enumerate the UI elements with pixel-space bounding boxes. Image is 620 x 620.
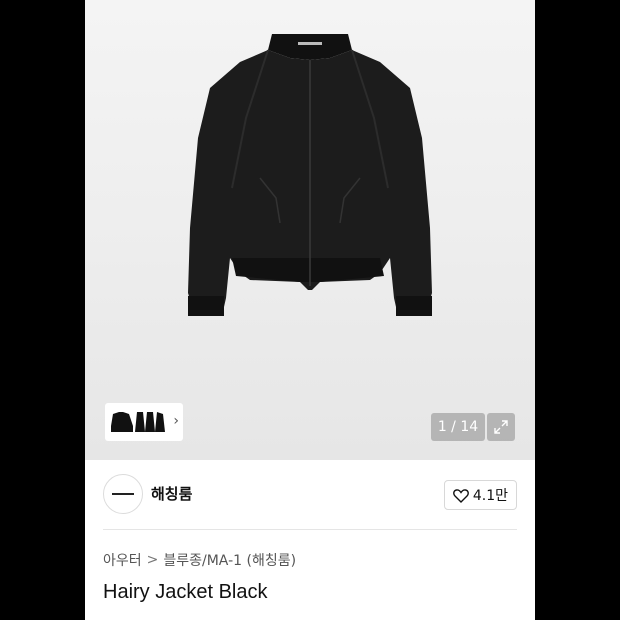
breadcrumb-item-outer[interactable]: 아우터 [103,550,142,570]
breadcrumb: 아우터 > 블루종/MA-1 (해칭룸) [103,550,296,570]
breadcrumb-separator: > [146,552,159,568]
product-title: Hairy Jacket Black [103,581,268,603]
product-page: › 1 / 14 해칭룸 4.1만 아우터 > 블루종/MA-1 (해칭룸) H… [85,0,535,620]
image-counter: 1 / 14 [431,413,485,441]
brand-name[interactable]: 해칭룸 [151,483,192,504]
brand-row: 해칭룸 4.1만 [103,474,517,514]
product-image-gallery[interactable]: › 1 / 14 [85,0,535,460]
chevron-right-icon[interactable]: › [173,413,179,429]
expand-button[interactable] [487,413,515,441]
brand-logo-mark [112,493,134,495]
like-button[interactable]: 4.1만 [443,480,517,510]
jacket-product-image [188,34,432,316]
divider [103,529,517,530]
expand-icon [494,420,508,434]
like-count: 4.1만 [472,488,508,504]
breadcrumb-item-category[interactable]: 블루종/MA-1 (해칭룸) [163,550,296,570]
thumbnail-strip[interactable]: › [105,403,183,441]
heart-icon [452,488,469,503]
thumbnail-images [111,412,165,432]
brand-logo[interactable] [103,474,143,514]
